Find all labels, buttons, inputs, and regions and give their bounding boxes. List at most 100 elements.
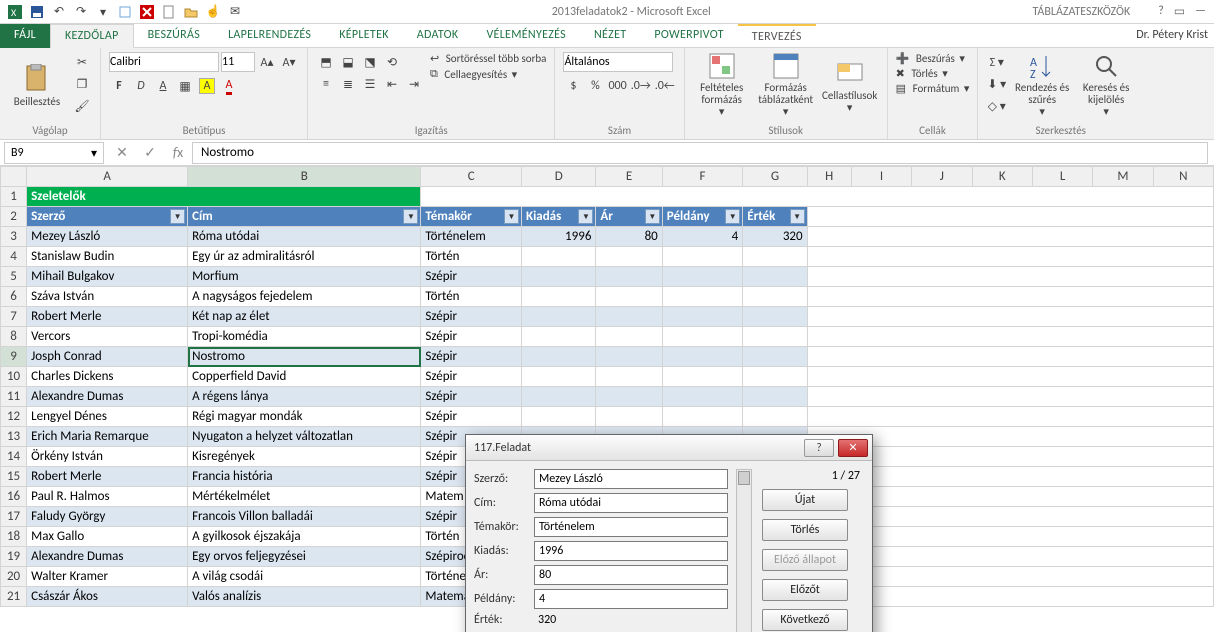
insert-cells-button[interactable]: ➕ Beszúrás ▾ [896, 52, 965, 65]
table-header-szerzo[interactable]: Szerző▼ [27, 207, 188, 227]
clear-icon[interactable]: ◇ ▾ [986, 96, 1007, 116]
ribbon-display-icon[interactable]: ▭ [1174, 4, 1185, 19]
cell[interactable]: 320 [743, 227, 807, 247]
cell[interactable]: Francia história [188, 467, 421, 487]
filter-dropdown-icon[interactable]: ▼ [170, 209, 185, 224]
indent-inc-icon[interactable]: ⇥ [404, 74, 424, 94]
border-icon[interactable]: ▦ [175, 76, 195, 96]
cell[interactable] [662, 327, 742, 347]
row-header[interactable]: 16 [1, 487, 27, 507]
cell[interactable]: Alexandre Dumas [27, 387, 188, 407]
align-center-icon[interactable]: ≣ [338, 74, 358, 94]
cell[interactable] [743, 267, 807, 287]
table-header-ertek[interactable]: Érték▼ [743, 207, 807, 227]
merge-button[interactable]: ⧉ Cellaegyesítés ▾ [430, 67, 546, 81]
cell[interactable] [596, 347, 662, 367]
email-icon[interactable]: ✉ [226, 3, 244, 21]
tab-data[interactable]: ADATOK [403, 24, 473, 48]
column-header-I[interactable]: I [851, 167, 911, 187]
cell[interactable]: Kisregények [188, 447, 421, 467]
button-prev[interactable]: Előzőt [762, 579, 848, 601]
cell[interactable]: Mihail Bulgakov [27, 267, 188, 287]
row-header[interactable]: 6 [1, 287, 27, 307]
cell[interactable]: Szépir [421, 407, 522, 427]
button-next[interactable]: Következő [762, 609, 848, 631]
row-header[interactable]: 9 [1, 347, 27, 367]
filter-dropdown-icon[interactable]: ▼ [725, 209, 740, 224]
cell[interactable] [596, 387, 662, 407]
cell[interactable]: Vercors [27, 327, 188, 347]
help-icon[interactable]: ? [1158, 4, 1164, 19]
filter-dropdown-icon[interactable]: ▼ [645, 209, 660, 224]
enter-formula-icon[interactable]: ✓ [136, 144, 164, 161]
tab-insert[interactable]: BESZÚRÁS [134, 24, 214, 48]
touch-icon[interactable]: ☝ [204, 3, 222, 21]
cell[interactable] [743, 287, 807, 307]
cell[interactable] [662, 287, 742, 307]
save-icon[interactable] [28, 3, 46, 21]
column-header-F[interactable]: F [662, 167, 742, 187]
find-select-button[interactable]: Keresés és kijelölés▾ [1077, 52, 1135, 118]
cell[interactable] [596, 367, 662, 387]
cell[interactable] [521, 307, 595, 327]
column-header-H[interactable]: H [807, 167, 851, 187]
cell[interactable]: Nyugaton a helyzet változatlan [188, 427, 421, 447]
fx-icon[interactable]: fx [164, 144, 192, 161]
font-size-input[interactable] [221, 52, 255, 72]
row-header[interactable]: 11 [1, 387, 27, 407]
decrease-font-icon[interactable]: A▾ [279, 52, 299, 72]
row-header[interactable]: 19 [1, 547, 27, 567]
input-szerzo[interactable] [534, 469, 728, 489]
increase-font-icon[interactable]: A▴ [257, 52, 277, 72]
comma-icon[interactable]: 000 [607, 76, 627, 96]
column-header-B[interactable]: B [188, 167, 421, 187]
fill-icon[interactable]: ⬇ ▾ [986, 74, 1007, 94]
filter-dropdown-icon[interactable]: ▼ [403, 209, 418, 224]
conditional-formatting-button[interactable]: Feltételes formázás▾ [693, 52, 751, 118]
cancel-formula-icon[interactable]: ✕ [108, 144, 136, 161]
cut-icon[interactable]: ✂ [72, 52, 92, 72]
increase-decimal-icon[interactable]: .0→ [630, 76, 652, 96]
cell[interactable]: Erich Maria Remarque [27, 427, 188, 447]
italic-button[interactable]: D [131, 76, 151, 96]
table-header-cim[interactable]: Cím▼ [188, 207, 421, 227]
row-header[interactable]: 10 [1, 367, 27, 387]
align-middle-icon[interactable]: ⬓ [338, 52, 358, 72]
cell[interactable]: Történelem [421, 227, 522, 247]
cell[interactable] [596, 327, 662, 347]
wrap-text-button[interactable]: ↩ Sortöréssel több sorba [430, 52, 546, 65]
cell[interactable]: Francois Villon balladái [188, 507, 421, 527]
filter-dropdown-icon[interactable]: ▼ [578, 209, 593, 224]
tab-formulas[interactable]: KÉPLETEK [325, 24, 403, 48]
table-header-temakor[interactable]: Témakör▼ [421, 207, 522, 227]
font-name-input[interactable] [109, 52, 219, 72]
column-header-K[interactable]: K [972, 167, 1032, 187]
dialog-close-button[interactable]: ✕ [838, 439, 868, 457]
cell[interactable]: Paul R. Halmos [27, 487, 188, 507]
cell[interactable] [596, 307, 662, 327]
minimize-icon[interactable]: — [1195, 4, 1206, 19]
button-delete[interactable]: Törlés [762, 519, 848, 541]
select-all-corner[interactable] [1, 167, 27, 187]
cell[interactable]: Robert Merle [27, 307, 188, 327]
cell[interactable]: Lengyel Dénes [27, 407, 188, 427]
cell[interactable] [521, 247, 595, 267]
row-header[interactable]: 14 [1, 447, 27, 467]
worksheet[interactable]: ABCDEFGHIJKLMN 1Szeletelők2Szerző▼Cím▼Té… [0, 166, 1214, 632]
tab-file[interactable]: FÁJL [0, 24, 50, 48]
cell[interactable] [662, 247, 742, 267]
cell[interactable] [662, 367, 742, 387]
open-icon[interactable] [182, 3, 200, 21]
input-peldany[interactable] [534, 589, 728, 609]
decrease-decimal-icon[interactable]: .0← [654, 76, 676, 96]
cell[interactable] [596, 247, 662, 267]
column-header-D[interactable]: D [521, 167, 595, 187]
align-right-icon[interactable]: ☰ [360, 74, 380, 94]
cell[interactable]: Alexandre Dumas [27, 547, 188, 567]
tab-view[interactable]: NÉZET [580, 24, 640, 48]
tab-home[interactable]: KEZDŐLAP [50, 24, 134, 48]
input-kiadas[interactable] [534, 541, 728, 561]
cell[interactable] [521, 287, 595, 307]
cell[interactable]: Faludy György [27, 507, 188, 527]
input-temakor[interactable] [534, 517, 728, 537]
